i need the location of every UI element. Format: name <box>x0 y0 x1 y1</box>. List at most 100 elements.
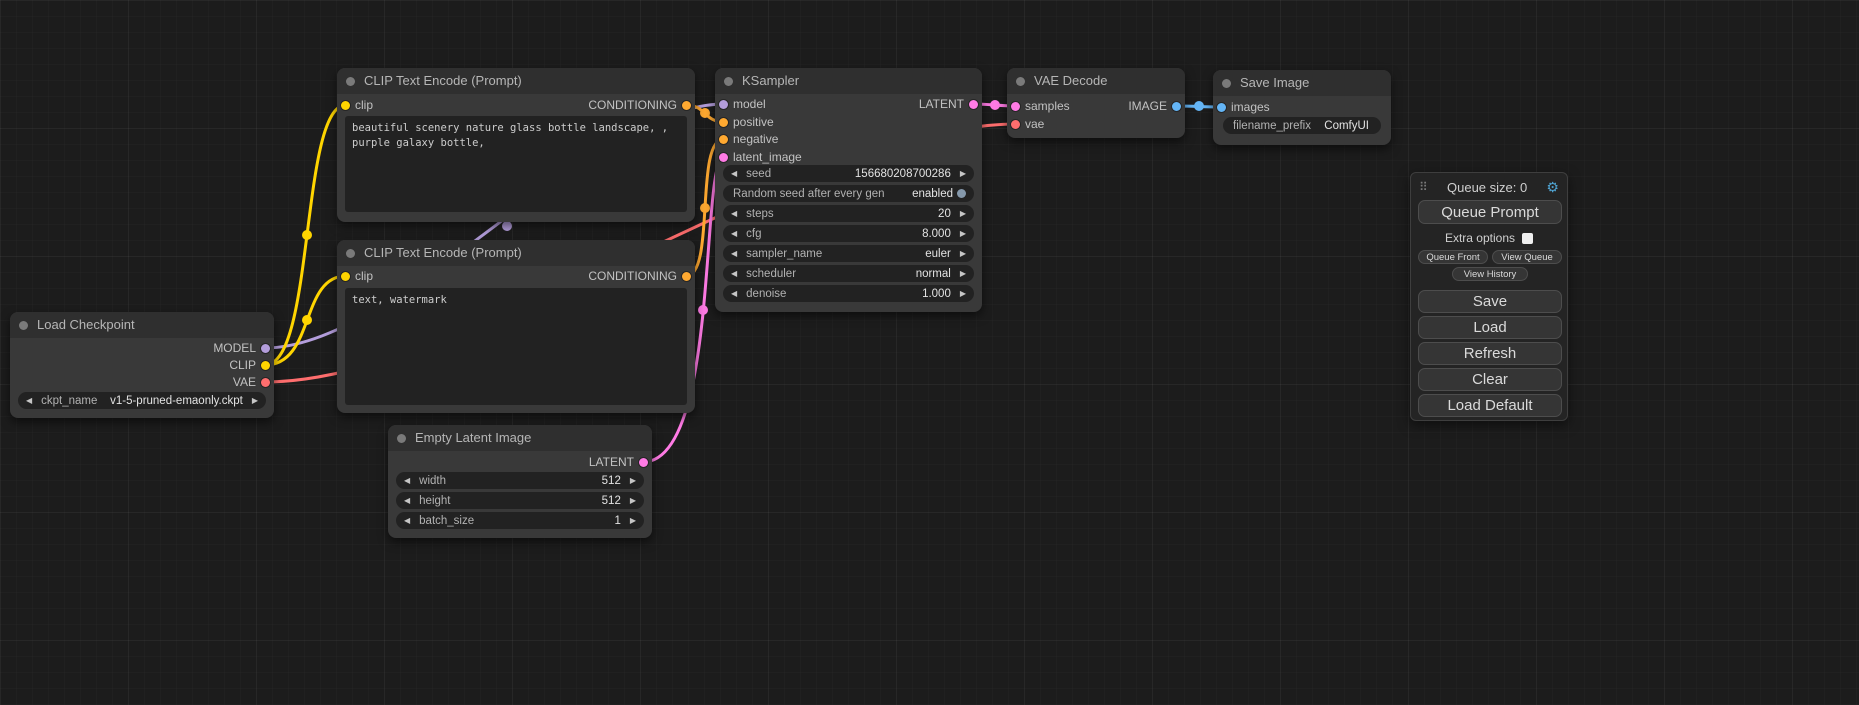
negative-prompt-textarea[interactable]: text, watermark <box>345 288 687 405</box>
increment-arrow-icon[interactable]: ▶ <box>630 516 636 525</box>
node-title-bar[interactable]: Empty Latent Image <box>388 425 652 451</box>
conditioning-port-dot[interactable] <box>719 135 728 144</box>
seed-widget[interactable]: ◀ seed 156680208700286 ▶ <box>723 165 974 182</box>
decrement-arrow-icon[interactable]: ◀ <box>404 476 410 485</box>
decrement-arrow-icon[interactable]: ◀ <box>731 249 737 258</box>
widget-name: steps <box>746 208 774 220</box>
decrement-arrow-icon[interactable]: ◀ <box>731 269 737 278</box>
increment-arrow-icon[interactable]: ▶ <box>960 269 966 278</box>
node-vae-decode[interactable]: VAE Decode samples vae IMAGE <box>1007 68 1185 138</box>
latent-port-dot[interactable] <box>719 153 728 162</box>
node-ksampler[interactable]: KSampler model positive negative latent_… <box>715 68 982 312</box>
collapse-dot-icon[interactable] <box>19 321 28 330</box>
collapse-dot-icon[interactable] <box>346 249 355 258</box>
node-clip-text-encode-positive[interactable]: CLIP Text Encode (Prompt) clip CONDITION… <box>337 68 695 222</box>
widget-value: 156680208700286 <box>855 168 951 180</box>
scheduler-widget[interactable]: ◀ scheduler normal ▶ <box>723 265 974 282</box>
extra-options-checkbox[interactable] <box>1522 233 1533 244</box>
clip-port-dot[interactable] <box>341 272 350 281</box>
latent-port-dot[interactable] <box>639 458 648 467</box>
increment-arrow-icon[interactable]: ▶ <box>630 476 636 485</box>
collapse-dot-icon[interactable] <box>1222 79 1231 88</box>
refresh-button[interactable]: Refresh <box>1418 342 1562 365</box>
image-port-dot[interactable] <box>1217 103 1226 112</box>
conditioning-port-dot[interactable] <box>682 272 691 281</box>
denoise-widget[interactable]: ◀ denoise 1.000 ▶ <box>723 285 974 302</box>
queue-size-label: Queue size: 0 <box>1447 180 1527 195</box>
increment-arrow-icon[interactable]: ▶ <box>252 396 258 405</box>
link-midpoint-dot <box>302 315 312 325</box>
model-port-dot[interactable] <box>261 344 270 353</box>
increment-arrow-icon[interactable]: ▶ <box>960 209 966 218</box>
save-button[interactable]: Save <box>1418 290 1562 313</box>
collapse-dot-icon[interactable] <box>346 77 355 86</box>
height-widget[interactable]: ◀ height 512 ▶ <box>396 492 644 509</box>
load-button[interactable]: Load <box>1418 316 1562 339</box>
vae-port-dot[interactable] <box>1011 120 1020 129</box>
latent-port-dot[interactable] <box>969 100 978 109</box>
steps-widget[interactable]: ◀ steps 20 ▶ <box>723 205 974 222</box>
port-label: MODEL <box>213 341 256 355</box>
node-clip-text-encode-negative[interactable]: CLIP Text Encode (Prompt) clip CONDITION… <box>337 240 695 413</box>
toggle-indicator-icon[interactable] <box>957 189 966 198</box>
view-history-button[interactable]: View History <box>1452 267 1528 281</box>
node-title-bar[interactable]: KSampler <box>715 68 982 94</box>
node-title-bar[interactable]: Load Checkpoint <box>10 312 274 338</box>
clip-port-dot[interactable] <box>341 101 350 110</box>
filename-prefix-widget[interactable]: filename_prefix ComfyUI <box>1223 117 1381 134</box>
clear-button[interactable]: Clear <box>1418 368 1562 391</box>
vae-port-dot[interactable] <box>261 378 270 387</box>
collapse-dot-icon[interactable] <box>397 434 406 443</box>
output-conditioning: CONDITIONING <box>588 97 695 113</box>
decrement-arrow-icon[interactable]: ◀ <box>731 169 737 178</box>
image-port-dot[interactable] <box>1172 102 1181 111</box>
node-save-image[interactable]: Save Image images filename_prefix ComfyU… <box>1213 70 1391 145</box>
link-midpoint-dot <box>1194 101 1204 111</box>
model-port-dot[interactable] <box>719 100 728 109</box>
drag-handle-icon[interactable]: ⠿ <box>1419 180 1428 194</box>
increment-arrow-icon[interactable]: ▶ <box>630 496 636 505</box>
node-load-checkpoint[interactable]: Load Checkpoint MODEL CLIP VAE ◀ ckpt_na… <box>10 312 274 418</box>
node-title-bar[interactable]: VAE Decode <box>1007 68 1185 94</box>
node-empty-latent-image[interactable]: Empty Latent Image LATENT ◀ width 512 ▶ … <box>388 425 652 538</box>
clip-port-dot[interactable] <box>261 361 270 370</box>
queue-front-button[interactable]: Queue Front <box>1418 250 1488 264</box>
decrement-arrow-icon[interactable]: ◀ <box>404 516 410 525</box>
port-label: model <box>733 97 766 111</box>
widget-name: sampler_name <box>746 248 822 260</box>
conditioning-port-dot[interactable] <box>682 101 691 110</box>
decrement-arrow-icon[interactable]: ◀ <box>731 209 737 218</box>
positive-prompt-textarea[interactable]: beautiful scenery nature glass bottle la… <box>345 116 687 212</box>
node-title-bar[interactable]: Save Image <box>1213 70 1391 96</box>
decrement-arrow-icon[interactable]: ◀ <box>26 396 32 405</box>
output-conditioning: CONDITIONING <box>588 268 695 284</box>
width-widget[interactable]: ◀ width 512 ▶ <box>396 472 644 489</box>
ckpt-name-widget[interactable]: ◀ ckpt_name v1-5-pruned-emaonly.ckpt ▶ <box>18 392 266 409</box>
increment-arrow-icon[interactable]: ▶ <box>960 289 966 298</box>
queue-panel: ⠿ Queue size: 0 ⚙ Queue Prompt Extra opt… <box>1410 172 1568 421</box>
node-graph-canvas[interactable]: Load Checkpoint MODEL CLIP VAE ◀ ckpt_na… <box>0 0 1859 705</box>
increment-arrow-icon[interactable]: ▶ <box>960 229 966 238</box>
cfg-widget[interactable]: ◀ cfg 8.000 ▶ <box>723 225 974 242</box>
gear-icon[interactable]: ⚙ <box>1546 179 1559 196</box>
latent-port-dot[interactable] <box>1011 102 1020 111</box>
decrement-arrow-icon[interactable]: ◀ <box>731 229 737 238</box>
node-title-bar[interactable]: CLIP Text Encode (Prompt) <box>337 240 695 266</box>
increment-arrow-icon[interactable]: ▶ <box>960 169 966 178</box>
collapse-dot-icon[interactable] <box>1016 77 1025 86</box>
load-default-button[interactable]: Load Default <box>1418 394 1562 417</box>
conditioning-port-dot[interactable] <box>719 118 728 127</box>
port-label: clip <box>355 98 373 112</box>
view-queue-button[interactable]: View Queue <box>1492 250 1562 264</box>
decrement-arrow-icon[interactable]: ◀ <box>731 289 737 298</box>
queue-prompt-button[interactable]: Queue Prompt <box>1418 200 1562 224</box>
sampler-name-widget[interactable]: ◀ sampler_name euler ▶ <box>723 245 974 262</box>
node-title-bar[interactable]: CLIP Text Encode (Prompt) <box>337 68 695 94</box>
port-label: negative <box>733 132 778 146</box>
collapse-dot-icon[interactable] <box>724 77 733 86</box>
batch-size-widget[interactable]: ◀ batch_size 1 ▶ <box>396 512 644 529</box>
random-seed-toggle-widget[interactable]: Random seed after every gen enabled <box>723 185 974 202</box>
decrement-arrow-icon[interactable]: ◀ <box>404 496 410 505</box>
widget-value: 512 <box>602 475 621 487</box>
increment-arrow-icon[interactable]: ▶ <box>960 249 966 258</box>
